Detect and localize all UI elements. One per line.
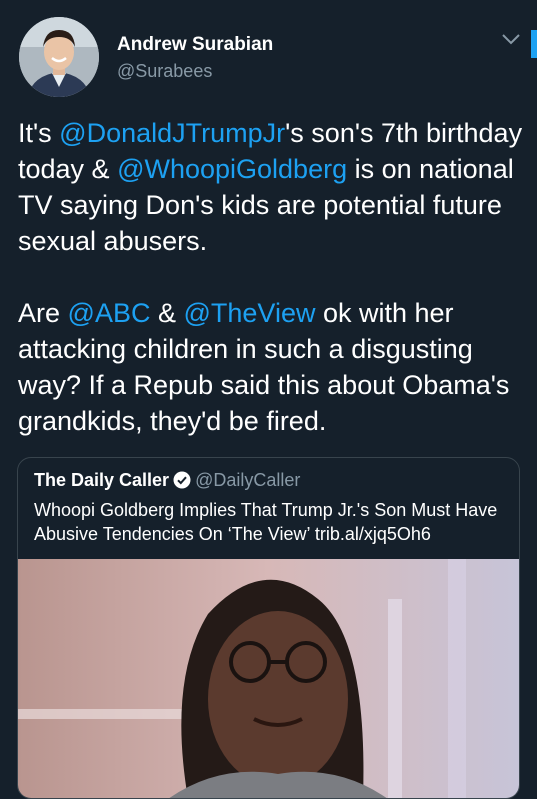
user-avatar[interactable]: [19, 17, 99, 97]
mention-donaldjtrumpjr[interactable]: @DonaldJTrumpJr: [59, 118, 285, 148]
quoted-tweet-header: The Daily Caller @DailyCaller: [34, 470, 300, 491]
quoted-tweet-text: Whoopi Goldberg Implies That Trump Jr.'s…: [34, 500, 498, 544]
quoted-author-handle[interactable]: @DailyCaller: [195, 470, 300, 490]
quoted-author-name[interactable]: The Daily Caller: [34, 470, 169, 490]
verified-badge-icon: [173, 471, 191, 489]
tweet-body: It's @DonaldJTrumpJr's son's 7th birthda…: [18, 115, 530, 439]
tweet-text-segment: &: [150, 298, 184, 328]
scroll-indicator: [531, 30, 537, 58]
tweet-paragraph-2: Are @ABC & @TheView ok with her attackin…: [18, 295, 530, 439]
author-handle[interactable]: @Surabees: [117, 61, 212, 82]
quoted-tweet-card[interactable]: The Daily Caller @DailyCaller Whoopi Gold…: [17, 457, 520, 799]
author-display-name[interactable]: Andrew Surabian: [117, 34, 273, 56]
mention-abc[interactable]: @ABC: [68, 298, 151, 328]
tweet-text-segment: Are: [18, 298, 68, 328]
chevron-down-icon[interactable]: [500, 30, 522, 48]
quoted-tweet-image[interactable]: [18, 559, 519, 798]
mention-whoopigoldberg[interactable]: @WhoopiGoldberg: [117, 154, 347, 184]
mention-theview[interactable]: @TheView: [183, 298, 315, 328]
tweet-paragraph-1: It's @DonaldJTrumpJr's son's 7th birthda…: [18, 115, 530, 259]
tweet-text-segment: It's: [18, 118, 60, 148]
